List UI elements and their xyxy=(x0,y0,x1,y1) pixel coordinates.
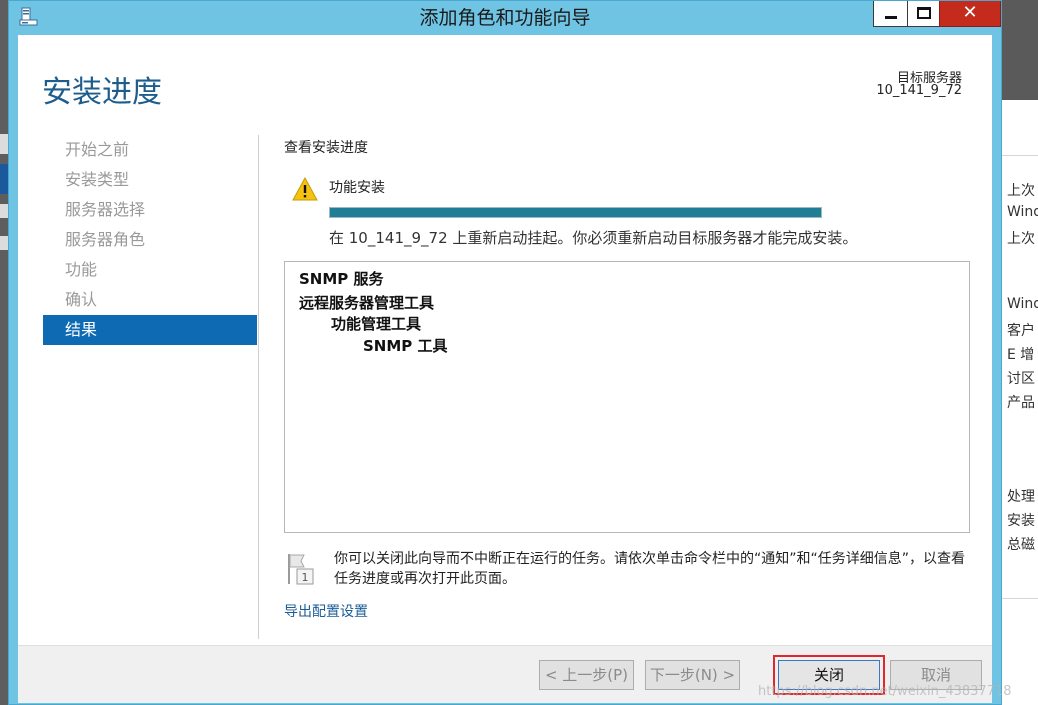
background-text: 总磁 xyxy=(1007,537,1035,553)
close-window-button[interactable]: ✕ xyxy=(939,1,1001,27)
minimize-button[interactable] xyxy=(873,1,907,27)
notification-flag-icon: 1 xyxy=(288,554,314,585)
next-button[interactable]: 下一步(N) > xyxy=(645,660,740,690)
nav-item-before-you-begin[interactable]: 开始之前 xyxy=(43,135,257,165)
notification-badge: 1 xyxy=(302,571,309,584)
feature-installation-label: 功能安装 xyxy=(329,180,385,196)
background-text: E 增 xyxy=(1007,347,1035,363)
wizard-client-area: 安装进度 目标服务器 10_141_9_72 开始之前 安装类型 服务器选择 服… xyxy=(18,35,1012,703)
background-text: 产品 xyxy=(1007,395,1035,411)
close-icon: ✕ xyxy=(962,2,978,23)
background-text: 上次 xyxy=(1007,231,1035,247)
background-text: Wind xyxy=(1007,296,1038,312)
maximize-button[interactable] xyxy=(907,1,939,27)
background-text: Wind xyxy=(1007,204,1038,220)
result-item-rsat: 远程服务器管理工具 xyxy=(299,294,435,312)
progress-fill xyxy=(330,208,821,217)
minimize-icon xyxy=(885,16,897,19)
results-list[interactable]: SNMP 服务 远程服务器管理工具 功能管理工具 SNMP 工具 xyxy=(284,261,970,533)
title-bar[interactable]: 添加角色和功能向导 ✕ xyxy=(9,1,1001,35)
maximize-icon xyxy=(917,7,931,19)
warning-icon xyxy=(292,177,318,201)
nav-item-installation-type[interactable]: 安装类型 xyxy=(43,165,257,195)
nav-item-features[interactable]: 功能 xyxy=(43,255,257,285)
previous-button[interactable]: < 上一步(P) xyxy=(539,660,634,690)
page-title: 安装进度 xyxy=(42,75,162,110)
background-text: 处理 xyxy=(1007,489,1035,505)
export-configuration-link[interactable]: 导出配置设置 xyxy=(284,601,368,621)
close-wizard-info-text: 你可以关闭此向导而不中断正在运行的任务。请依次单击命令栏中的“通知”和“任务详细… xyxy=(334,551,966,587)
background-text: 上次 xyxy=(1007,183,1035,199)
nav-divider xyxy=(258,135,259,639)
wizard-footer: < 上一步(P) 下一步(N) > 关闭 取消 https://blog.csd… xyxy=(18,645,1012,703)
background-text: 讨区 xyxy=(1007,371,1035,387)
nav-item-server-selection[interactable]: 服务器选择 xyxy=(43,195,257,225)
restart-pending-message: 在 10_141_9_72 上重新启动挂起。你必须重新启动目标服务器才能完成安装… xyxy=(329,229,858,247)
background-line xyxy=(1001,598,1038,599)
background-text: 安装 xyxy=(1007,513,1035,529)
wizard-window: 添加角色和功能向导 ✕ 安装进度 目标服务器 10_141_9_72 开始之前 … xyxy=(8,0,1012,705)
section-heading: 查看安装进度 xyxy=(284,140,368,156)
installation-progress-bar xyxy=(329,207,822,218)
wizard-nav: 开始之前 安装类型 服务器选择 服务器角色 功能 确认 结果 xyxy=(43,135,257,345)
nav-item-results[interactable]: 结果 xyxy=(43,315,257,345)
nav-item-confirmation[interactable]: 确认 xyxy=(43,285,257,315)
background-window-right: 上次 Wind 上次 Wind 客户 E 增 讨区 产品 处理 安装 总磁 xyxy=(1000,0,1038,705)
background-line xyxy=(1001,155,1038,156)
background-text: 客户 xyxy=(1007,323,1035,339)
result-item-snmp-tools: SNMP 工具 xyxy=(363,337,448,355)
result-item-snmp-service: SNMP 服务 xyxy=(299,270,384,288)
background-blue-block xyxy=(0,164,8,194)
nav-item-server-roles[interactable]: 服务器角色 xyxy=(43,225,257,255)
result-item-feature-admin-tools: 功能管理工具 xyxy=(331,315,422,333)
background-dark-area xyxy=(1001,0,1038,100)
window-title: 添加角色和功能向导 xyxy=(419,7,591,29)
watermark-text: https://blog.csdn.net/weixin_43837718 xyxy=(758,684,1012,699)
target-server-value: 10_141_9_72 xyxy=(876,83,962,98)
